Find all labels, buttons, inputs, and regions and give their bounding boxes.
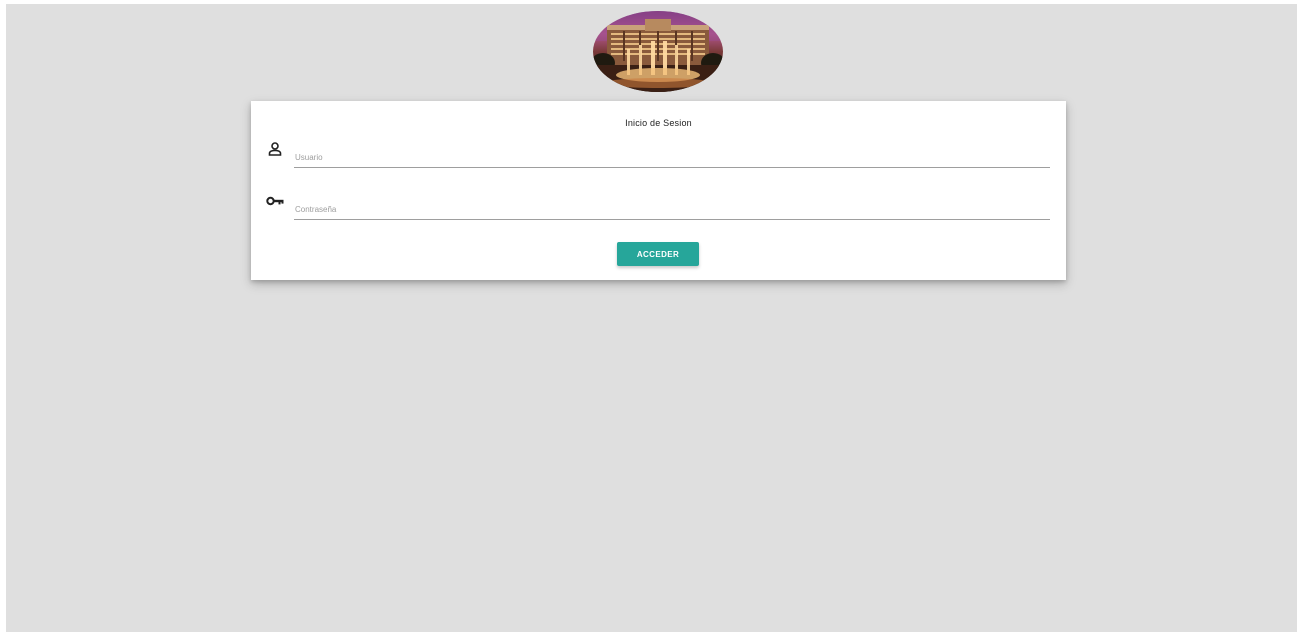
page-background: [6, 4, 1297, 632]
acceder-button[interactable]: ACCEDER: [617, 242, 699, 266]
login-title: Inicio de Sesion: [625, 118, 692, 128]
key-icon: [266, 196, 284, 210]
password-input[interactable]: [294, 200, 1050, 220]
username-input[interactable]: [294, 148, 1050, 168]
hotel-logo-image: [593, 11, 723, 92]
login-card: Inicio de Sesion ACCEDER: [251, 101, 1066, 280]
person-outline-icon: [268, 142, 286, 156]
